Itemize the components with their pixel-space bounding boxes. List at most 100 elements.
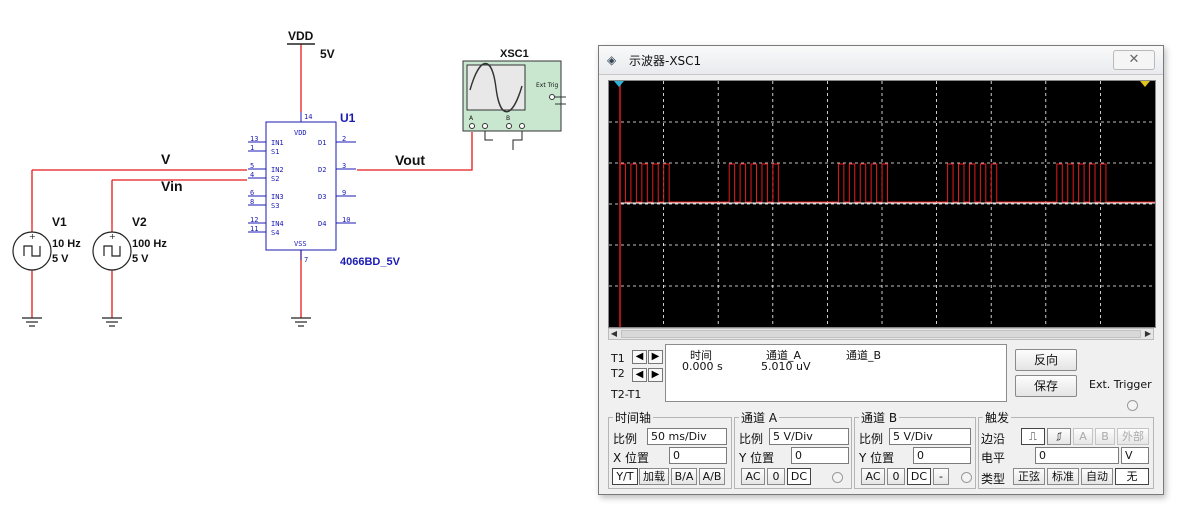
channel-a-terminal[interactable] [832, 472, 843, 483]
ic-vdd-label: VDD [294, 129, 307, 137]
timebase-scale-field[interactable]: 50 ms/Div [647, 428, 727, 445]
channel-b-scale-field[interactable]: 5 V/Div [889, 428, 971, 445]
channel-a-zero-button[interactable]: 0 [767, 468, 785, 485]
timebase-xpos-label: X 位置 [613, 451, 650, 465]
v1-amp: 5 V [52, 253, 69, 265]
pin-num: 1 [250, 144, 254, 152]
v2-name: V2 [132, 215, 147, 229]
pin-name: S1 [271, 148, 279, 156]
net-label-vout: Vout [395, 152, 425, 168]
pin-name: S2 [271, 175, 279, 183]
mode-add-button[interactable]: 加载 [639, 468, 669, 485]
pin-num: 10 [342, 216, 350, 224]
mode-ba-button[interactable]: B/A [671, 468, 697, 485]
trigger-source-a[interactable]: A [1073, 428, 1093, 445]
trigger-type-sine[interactable]: 正弦 [1013, 468, 1045, 485]
channel-a-dc-button[interactable]: DC [787, 468, 811, 485]
channel-b-ac-button[interactable]: AC [861, 468, 885, 485]
trigger-type-auto[interactable]: 自动 [1081, 468, 1113, 485]
rising-edge-icon[interactable]: ⎍ [1021, 428, 1045, 445]
horizontal-scrollbar[interactable]: ◀ ▶ [608, 328, 1154, 340]
svg-text:+: + [29, 232, 36, 241]
pin-num: 8 [250, 198, 254, 206]
channel-a-scale-label: 比例 [739, 432, 764, 446]
v2-freq: 100 Hz [132, 238, 167, 250]
pin-num: 13 [250, 135, 258, 143]
pin-num: 9 [342, 189, 346, 197]
channel-b-dc-button[interactable]: DC [907, 468, 931, 485]
trigger-edge-label: 边沿 [981, 432, 1006, 446]
cursor-t1-handle[interactable] [614, 81, 624, 87]
trigger-level-field[interactable]: 0 [1035, 447, 1119, 464]
timebase-xpos-field[interactable]: 0 [669, 447, 727, 464]
channel-b-zero-button[interactable]: 0 [887, 468, 905, 485]
t2-right-button[interactable]: ▶ [648, 368, 663, 382]
v1-freq: 10 Hz [52, 238, 81, 250]
scroll-right-icon[interactable]: ▶ [1143, 329, 1153, 339]
vdd-label: VDD [288, 29, 314, 43]
pin-num: 12 [250, 216, 258, 224]
save-button[interactable]: 保存 [1015, 375, 1077, 397]
oscilloscope-window[interactable]: ◈ 示波器-XSC1 ✕ ◀ ▶ T1 ◀ ▶ T2 ◀ ▶ T2-T1 时间 … [598, 45, 1164, 495]
channel-a-line [619, 163, 1155, 203]
pin-name: S3 [271, 202, 279, 210]
ic-part: 4066BD_5V [340, 256, 401, 268]
pin-num: 4 [250, 171, 254, 179]
ext-trigger-terminal[interactable] [1127, 400, 1138, 411]
trigger-source-ext[interactable]: 外部 [1117, 428, 1149, 445]
channel-b-ypos-label: Y 位置 [859, 451, 895, 465]
channel-a-ypos-field[interactable]: 0 [791, 447, 849, 464]
pin-num: 6 [250, 189, 254, 197]
window-title: 示波器-XSC1 [629, 54, 702, 68]
pin-name: S4 [271, 229, 279, 237]
mode-ab-button[interactable]: A/B [699, 468, 725, 485]
channel-b-terminal[interactable] [961, 472, 972, 483]
cursor-t2-handle[interactable] [1140, 81, 1150, 87]
channel-b-minus-button[interactable]: - [933, 468, 949, 485]
trigger-type-normal[interactable]: 标准 [1047, 468, 1079, 485]
reverse-button[interactable]: 反向 [1015, 349, 1077, 371]
pin-name: D3 [318, 193, 326, 201]
pin-name: D1 [318, 139, 326, 147]
scrollbar-thumb[interactable] [621, 330, 1141, 338]
cursor-readout-panel: 时间 通道_A 通道_B 0.000 s 5.010 uV [665, 344, 1007, 402]
pin-num: 11 [250, 225, 258, 233]
trigger-level-label: 电平 [981, 451, 1006, 465]
scroll-left-icon[interactable]: ◀ [609, 329, 619, 339]
channel-b-ypos-field[interactable]: 0 [913, 447, 971, 464]
channel-a-group: 通道 A 比例 5 V/Div Y 位置 0 AC 0 DC [734, 409, 852, 489]
mode-yt-button[interactable]: Y/T [612, 468, 638, 485]
schematic-canvas[interactable]: VDD 5V + V1 10 Hz 5 V + V2 100 Hz 5 V V … [0, 0, 600, 530]
channel-a-trace [619, 163, 1155, 203]
oscilloscope-symbol[interactable] [462, 60, 566, 132]
svg-text:+: + [109, 232, 116, 241]
channel-a-ac-button[interactable]: AC [741, 468, 765, 485]
falling-edge-icon[interactable]: ⎎ [1047, 428, 1071, 445]
t2-label: T2 [611, 367, 625, 380]
channel-a-ypos-label: Y 位置 [739, 451, 775, 465]
v1-source-icon[interactable]: + [12, 231, 52, 271]
t1-right-button[interactable]: ▶ [648, 350, 663, 364]
ic-vss-label: VSS [294, 240, 307, 248]
t2-t1-label: T2-T1 [611, 388, 642, 401]
scope-symbol-name: XSC1 [500, 48, 529, 60]
close-button[interactable]: ✕ [1113, 50, 1155, 70]
pin-name: IN4 [271, 220, 284, 228]
title-bar[interactable]: ◈ 示波器-XSC1 ✕ [599, 46, 1163, 75]
trigger-source-b[interactable]: B [1095, 428, 1115, 445]
v2-source-icon[interactable]: + [92, 231, 132, 271]
t1-left-button[interactable]: ◀ [632, 350, 647, 364]
pin-name: D2 [318, 166, 326, 174]
trigger-level-unit[interactable]: V [1121, 447, 1149, 464]
channel-a-scale-field[interactable]: 5 V/Div [769, 428, 849, 445]
trigger-title: 触发 [983, 409, 1012, 426]
pin-name: IN1 [271, 139, 284, 147]
timebase-title: 时间轴 [613, 409, 654, 426]
channel-b-scale-label: 比例 [859, 432, 884, 446]
trigger-type-none[interactable]: 无 [1115, 468, 1149, 485]
oscilloscope-display[interactable] [608, 80, 1156, 328]
timebase-scale-label: 比例 [613, 432, 638, 446]
t2-left-button[interactable]: ◀ [632, 368, 647, 382]
ic-ref: U1 [340, 111, 356, 125]
pin-num: 5 [250, 162, 254, 170]
